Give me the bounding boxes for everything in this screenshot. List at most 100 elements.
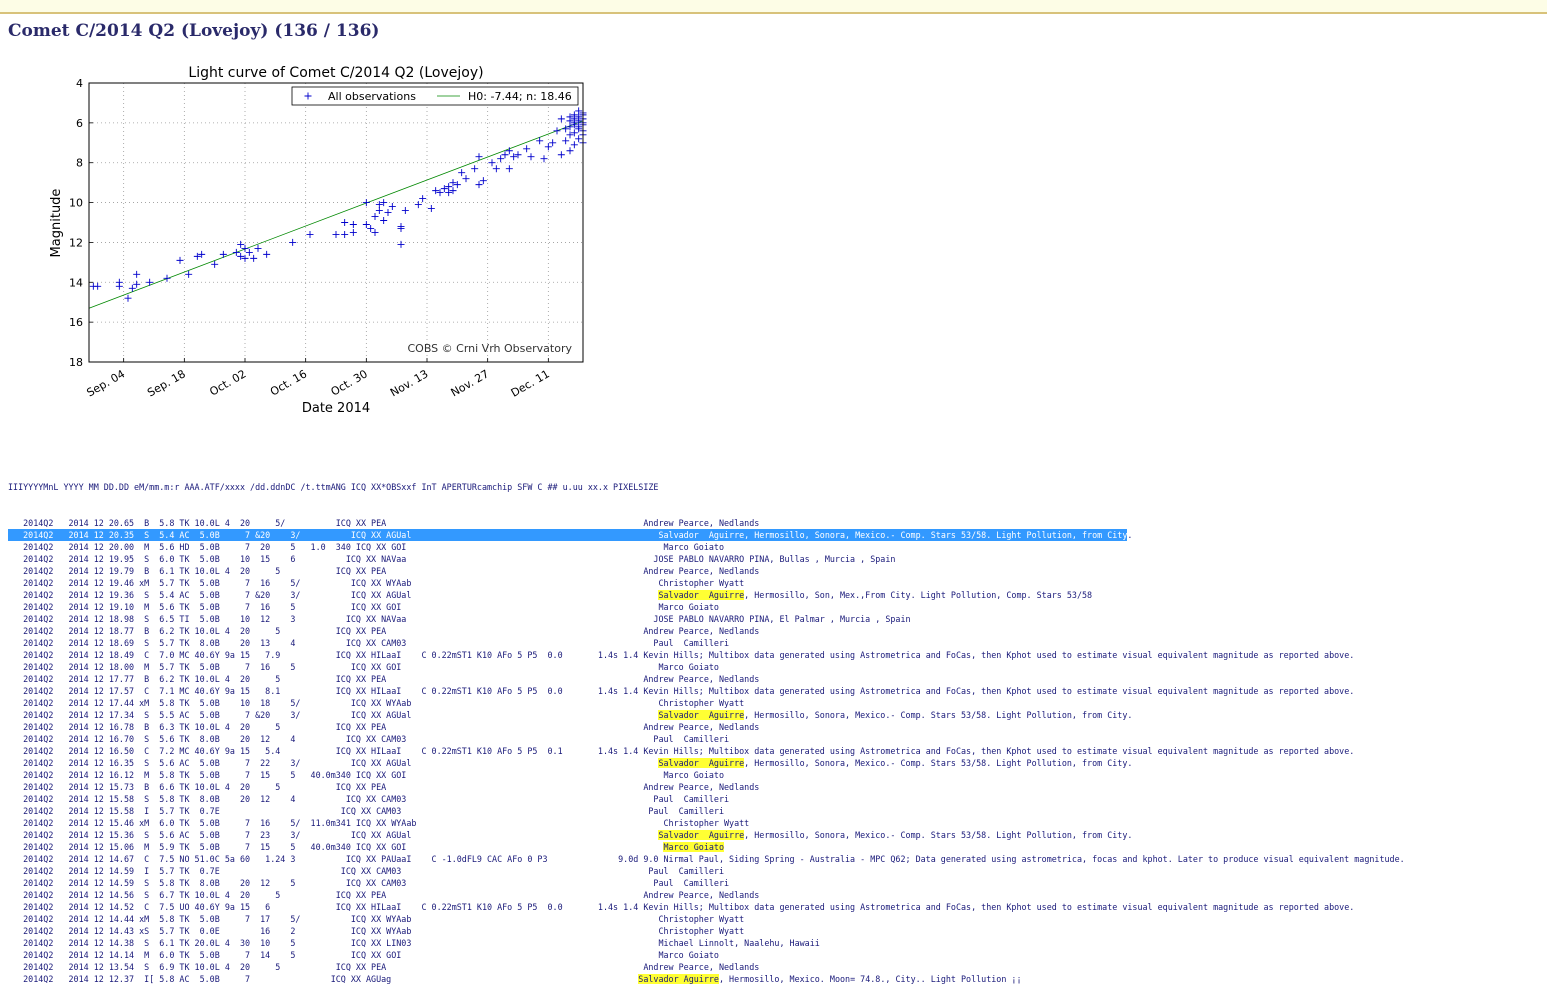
plot-frame [88, 82, 584, 363]
observation-point [241, 244, 249, 252]
observation-row[interactable]: 2014Q2 2014 12 13.54 S 6.9 TK 10.0L 4 20… [8, 961, 1405, 973]
observation-data: 2014Q2 2014 12 17.34 S 5.5 AC 5.0B 7 &20… [8, 710, 659, 720]
observation-row[interactable]: 2014Q2 2014 12 19.36 S 5.4 AC 5.0B 7 &20… [8, 589, 1405, 601]
observation-row[interactable]: 2014Q2 2014 12 18.49 C 7.0 MC 40.6Y 9a 1… [8, 649, 1405, 661]
observation-point [371, 228, 379, 236]
observation-row[interactable]: 2014Q2 2014 12 16.12 M 5.8 TK 5.0B 7 15 … [8, 769, 1405, 781]
observation-point [440, 185, 448, 193]
observation-point [349, 220, 357, 228]
observation-point [427, 205, 435, 213]
observer-comment: Paul Camilleri [653, 878, 730, 888]
observation-row[interactable]: 2014Q2 2014 12 19.46 xM 5.7 TK 5.0B 7 16… [8, 577, 1405, 589]
observation-points [89, 107, 587, 302]
highlighted-observer-name: Salvador Aguirre [658, 758, 745, 768]
observation-data: 2014Q2 2014 12 15.06 M 5.9 TK 5.0B 7 15 … [8, 842, 664, 852]
observation-row[interactable]: 2014Q2 2014 12 18.77 B 6.2 TK 10.0L 4 20… [8, 625, 1405, 637]
observation-point [414, 201, 422, 209]
observation-data: 2014Q2 2014 12 20.00 M 5.6 HD 5.0B 7 20 … [8, 542, 664, 552]
observation-point [232, 248, 240, 256]
observation-row[interactable]: 2014Q2 2014 12 14.56 S 6.7 TK 10.0L 4 20… [8, 889, 1405, 901]
x-tick-label: Sep. 04 [85, 367, 128, 399]
observation-row[interactable]: 2014Q2 2014 12 16.50 C 7.2 MC 40.6Y 9a 1… [8, 745, 1405, 757]
observation-point [367, 224, 375, 232]
observation-point [492, 165, 500, 173]
observation-point [544, 143, 552, 151]
observation-data: 2014Q2 2014 12 16.35 S 5.6 AC 5.0B 7 22 … [8, 758, 659, 768]
observation-row[interactable]: 2014Q2 2014 12 20.65 B 5.8 TK 10.0L 4 20… [8, 517, 1405, 529]
observation-point [436, 189, 444, 197]
observation-row[interactable]: 2014Q2 2014 12 18.00 M 5.7 TK 5.0B 7 16 … [8, 661, 1405, 673]
observer-comment: Nirmal Paul, Siding Spring - Australia -… [663, 854, 1405, 864]
x-axis-ticks: Sep. 04 Sep. 18 Oct. 02 Oct. 16 Oct. 30 Nov. … [85, 358, 552, 400]
observation-point [241, 254, 249, 262]
observation-data: 2014Q2 2014 12 15.36 S 5.6 AC 5.0B 7 23 … [8, 830, 659, 840]
observation-row[interactable]: 2014Q2 2014 12 14.14 M 6.0 TK 5.0B 7 14 … [8, 949, 1405, 961]
observation-data: 2014Q2 2014 12 18.00 M 5.7 TK 5.0B 7 16 … [8, 662, 659, 672]
observation-row[interactable]: 2014Q2 2014 12 12.37 I[ 5.8 AC 5.0B 7 IC… [8, 973, 1405, 985]
observation-point [388, 203, 396, 211]
observation-point [94, 282, 102, 290]
observer-comment: Andrew Pearce, Nedlands [643, 782, 760, 792]
observation-row[interactable]: 2014Q2 2014 12 16.35 S 5.6 AC 5.0B 7 22 … [8, 757, 1405, 769]
observation-point [362, 220, 370, 228]
observation-point [211, 260, 219, 268]
observation-row[interactable]: 2014Q2 2014 12 16.78 B 6.3 TK 10.0L 4 20… [8, 721, 1405, 733]
observation-row[interactable]: 2014Q2 2014 12 17.44 xM 5.8 TK 5.0B 10 1… [8, 697, 1405, 709]
observation-row[interactable]: 2014Q2 2014 12 16.70 S 5.6 TK 8.0B 20 12… [8, 733, 1405, 745]
highlighted-observer-name: Marco Goiato [663, 842, 724, 852]
observation-row[interactable]: 2014Q2 2014 12 15.46 xM 6.0 TK 5.0B 7 16… [8, 817, 1405, 829]
observation-data: 2014Q2 2014 12 18.98 S 6.5 TI 5.0B 10 12… [8, 614, 654, 624]
observation-row[interactable]: 2014Q2 2014 12 14.44 xM 5.8 TK 5.0B 7 17… [8, 913, 1405, 925]
observation-data: 2014Q2 2014 12 14.59 I 5.7 TK 0.7E ICQ X… [8, 866, 649, 876]
observation-point [575, 123, 583, 131]
observation-point [575, 113, 583, 121]
observation-row[interactable]: 2014Q2 2014 12 15.36 S 5.6 AC 5.0B 7 23 … [8, 829, 1405, 841]
observation-point [380, 217, 388, 225]
observation-row[interactable]: 2014Q2 2014 12 18.98 S 6.5 TI 5.0B 10 12… [8, 613, 1405, 625]
observation-row[interactable]: 2014Q2 2014 12 14.52 C 7.5 UO 40.6Y 9a 1… [8, 901, 1405, 913]
observation-row[interactable]: 2014Q2 2014 12 19.10 M 5.6 TK 5.0B 7 16 … [8, 601, 1405, 613]
observation-point [289, 238, 297, 246]
observation-row[interactable]: 2014Q2 2014 12 14.38 S 6.1 TK 20.0L 4 30… [8, 937, 1405, 949]
observation-row[interactable]: 2014Q2 2014 12 17.34 S 5.5 AC 5.0B 7 &20… [8, 709, 1405, 721]
observer-comment: JOSE PABLO NAVARRO PINA, Bullas , Murcia… [653, 554, 896, 564]
observation-row[interactable]: 2014Q2 2014 12 14.59 S 5.8 TK 8.0B 20 12… [8, 877, 1405, 889]
observation-row[interactable]: 2014Q2 2014 12 19.79 B 6.1 TK 10.0L 4 20… [8, 565, 1405, 577]
observer-comment: Marco Goiato [663, 542, 724, 552]
observation-row[interactable]: 2014Q2 2014 12 17.77 B 6.2 TK 10.0L 4 20… [8, 673, 1405, 685]
observation-data: 2014Q2 2014 12 16.78 B 6.3 TK 10.0L 4 20… [8, 722, 644, 732]
observation-point [362, 199, 370, 207]
observation-point [341, 230, 349, 238]
highlighted-observer-name: Salvador Aguirre [658, 590, 745, 600]
observation-row[interactable]: 2014Q2 2014 12 15.58 S 5.8 TK 8.0B 20 12… [8, 793, 1405, 805]
observation-data: 2014Q2 2014 12 18.69 S 5.7 TK 8.0B 20 13… [8, 638, 654, 648]
observer-comment: Salvador Aguirre, Hermosillo, Sonora, Me… [658, 530, 1128, 540]
observation-point [570, 111, 578, 119]
observation-point [540, 155, 548, 163]
observation-row[interactable]: 2014Q2 2014 12 15.06 M 5.9 TK 5.0B 7 15 … [8, 841, 1405, 853]
observation-row[interactable]: 2014Q2 2014 12 14.67 C 7.5 NO 51.0C 5a 6… [8, 853, 1405, 865]
observation-point [566, 147, 574, 155]
observation-row[interactable]: 2014Q2 2014 12 15.73 B 6.6 TK 10.0L 4 20… [8, 781, 1405, 793]
observation-row[interactable]: 2014Q2 2014 12 14.43 xS 5.7 TK 0.0E 16 2… [8, 925, 1405, 937]
observation-point [549, 139, 557, 147]
observation-row[interactable]: 2014Q2 2014 12 14.59 I 5.7 TK 0.7E ICQ X… [8, 865, 1405, 877]
observation-row[interactable]: 2014Q2 2014 12 18.69 S 5.7 TK 8.0B 20 13… [8, 637, 1405, 649]
observation-point [380, 199, 388, 207]
observation-row[interactable]: 2014Q2 2014 12 19.95 S 6.0 TK 5.0B 10 15… [8, 553, 1405, 565]
observer-comment: Andrew Pearce, Nedlands [643, 962, 760, 972]
observation-data: 2014Q2 2014 12 16.50 C 7.2 MC 40.6Y 9a 1… [8, 746, 644, 756]
observation-row[interactable]: 2014Q2 2014 12 15.58 I 5.7 TK 0.7E ICQ X… [8, 805, 1405, 817]
observation-point [449, 187, 457, 195]
page-title: Comet C/2014 Q2 (Lovejoy) (136 / 136) [8, 21, 380, 41]
observation-row[interactable]: 2014Q2 2014 12 17.57 C 7.1 MC 40.6Y 9a 1… [8, 685, 1405, 697]
light-curve-chart: Light curve of Comet C/2014 Q2 (Lovejoy)… [49, 65, 587, 416]
observation-data: 2014Q2 2014 12 12.37 I[ 5.8 AC 5.0B 7 IC… [8, 974, 639, 984]
observation-point [115, 282, 123, 290]
observer-comment: Paul Camilleri [653, 638, 730, 648]
observation-point [523, 145, 531, 153]
observation-row[interactable]: 2014Q2 2014 12 20.00 M 5.6 HD 5.0B 7 20 … [8, 541, 1405, 553]
observation-row[interactable]: 2014Q2 2014 12 20.35 S 5.4 AC 5.0B 7 &20… [8, 529, 1405, 541]
observations-listing: IIIYYYYMnL YYYY MM DD.DD eM/mm.m:r AAA.A… [8, 457, 1405, 997]
observer-comment: Paul Camilleri [653, 794, 730, 804]
